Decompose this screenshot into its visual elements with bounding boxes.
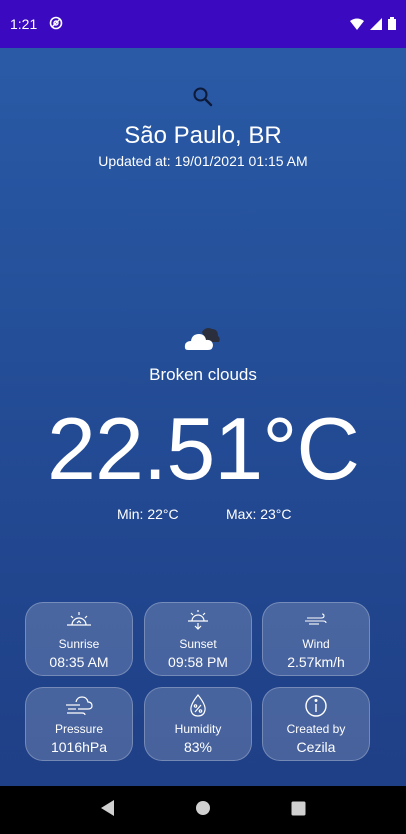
created-by-label: Created by: [286, 722, 346, 736]
pressure-icon: [26, 694, 132, 718]
pressure-label: Pressure: [54, 722, 104, 736]
navigation-bar: [0, 786, 406, 834]
humidity-icon: [145, 694, 251, 718]
search-icon[interactable]: [192, 86, 214, 108]
sunset-card: Sunset 09:58 PM: [144, 602, 252, 676]
updated-time: Updated at: 19/01/2021 01:15 AM: [98, 153, 308, 169]
signal-icon: [370, 15, 382, 34]
info-icon: [263, 694, 369, 718]
recents-icon[interactable]: [291, 801, 306, 820]
humidity-value: 83%: [183, 739, 213, 755]
sunrise-value: 08:35 AM: [49, 654, 109, 670]
at-sign-icon: [49, 15, 63, 34]
back-icon[interactable]: [100, 799, 116, 821]
sunset-icon: [145, 609, 251, 633]
city-name: São Paulo, BR: [124, 122, 282, 149]
sunrise-icon: [26, 609, 132, 633]
status-time: 1:21: [10, 16, 38, 32]
sunset-value: 09:58 PM: [168, 654, 228, 670]
min-temperature: Min: 22°C: [117, 506, 179, 522]
temperature: 22.51°C: [47, 399, 360, 498]
humidity-card: Humidity 83%: [144, 687, 252, 761]
created-by-value: Cezila: [296, 739, 336, 755]
home-icon[interactable]: [195, 800, 211, 820]
battery-icon: [388, 15, 396, 34]
status-bar: 1:21: [0, 0, 406, 48]
wind-icon: [263, 609, 369, 633]
wind-value: 2.57km/h: [287, 654, 345, 670]
humidity-label: Humidity: [174, 722, 222, 736]
wind-card: Wind 2.57km/h: [262, 602, 370, 676]
wifi-icon: [350, 15, 364, 34]
sunrise-card: Sunrise 08:35 AM: [25, 602, 133, 676]
wind-label: Wind: [302, 637, 330, 651]
pressure-card: Pressure 1016hPa: [25, 687, 133, 761]
weather-screen: São Paulo, BR Updated at: 19/01/2021 01:…: [0, 48, 406, 786]
sunrise-label: Sunrise: [58, 637, 100, 651]
sunset-label: Sunset: [179, 637, 217, 651]
broken-clouds-icon: [184, 326, 222, 352]
created-by-card: Created by Cezila: [262, 687, 370, 761]
max-temperature: Max: 23°C: [226, 506, 292, 522]
pressure-value: 1016hPa: [50, 739, 108, 755]
weather-condition: Broken clouds: [149, 365, 257, 384]
